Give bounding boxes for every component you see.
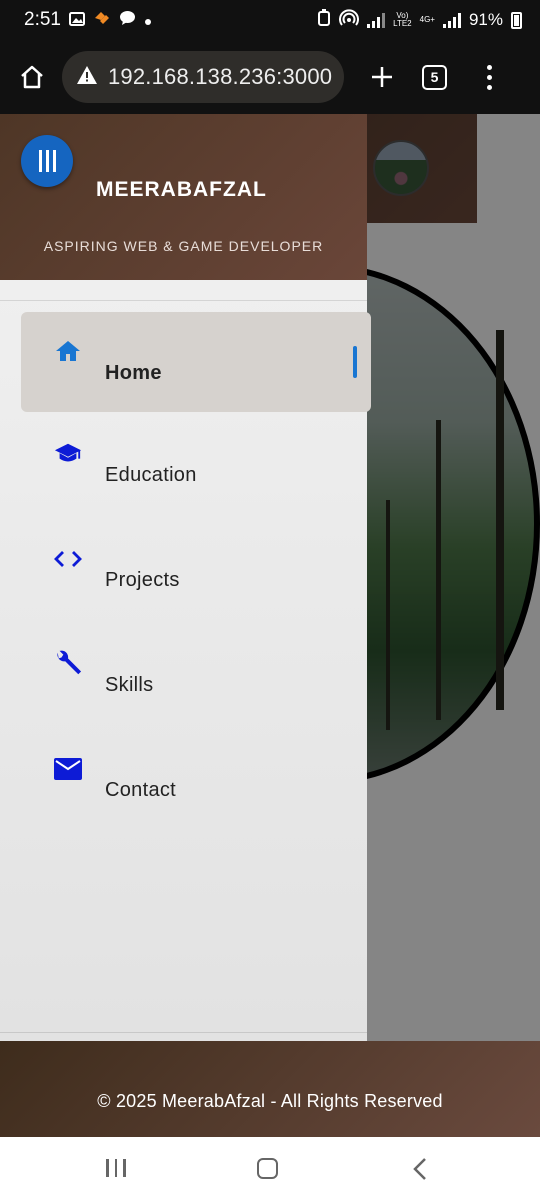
- hotspot-icon: [339, 8, 360, 32]
- signal-icon: [367, 12, 386, 28]
- nav-item-education[interactable]: Education: [0, 412, 367, 517]
- back-icon[interactable]: [412, 1157, 428, 1186]
- nav-item-home[interactable]: Home: [21, 312, 371, 412]
- graduation-cap-icon: [54, 440, 82, 468]
- recent-apps-icon[interactable]: [106, 1159, 126, 1177]
- address-bar[interactable]: 192.168.138.236:3000: [62, 51, 344, 103]
- warning-icon[interactable]: [76, 65, 98, 90]
- browser-home-icon[interactable]: [14, 59, 50, 95]
- nav-item-label: Skills: [105, 674, 154, 696]
- network-type: Vo) LTE2: [393, 11, 412, 28]
- footer-copyright: © 2025 MeerabAfzal - All Rights Reserved: [97, 1090, 443, 1111]
- network-4g: 4G+: [419, 15, 435, 24]
- battery-percent: 91%: [468, 10, 503, 29]
- system-navigation-bar: [0, 1137, 540, 1200]
- drawer-title: MEERABAFZAL: [96, 178, 267, 201]
- battery-icon: [511, 11, 522, 29]
- nav-list: Home Education Projects Skills Contact: [0, 312, 371, 832]
- dot-icon: [144, 10, 152, 31]
- drawer-subtitle: ASPIRING WEB & GAME DEVELOPER: [43, 238, 324, 254]
- status-time: 2:51: [24, 9, 61, 30]
- nav-item-label: Contact: [105, 779, 177, 801]
- app-notification-icon: [93, 10, 111, 31]
- nav-item-projects[interactable]: Projects: [0, 517, 367, 622]
- nav-item-label: Home: [105, 361, 162, 384]
- tab-switcher-button[interactable]: 5: [422, 64, 447, 90]
- divider: [0, 1032, 367, 1033]
- code-icon: [54, 545, 82, 573]
- new-tab-icon[interactable]: [362, 57, 402, 97]
- system-home-icon[interactable]: [257, 1158, 278, 1179]
- nav-item-label: Education: [105, 464, 197, 486]
- active-indicator: [353, 346, 357, 378]
- page-footer: © 2025 MeerabAfzal - All Rights Reserved: [0, 1041, 540, 1137]
- alarm-icon: [317, 9, 331, 31]
- nav-item-skills[interactable]: Skills: [0, 622, 367, 727]
- nav-item-contact[interactable]: Contact: [0, 727, 367, 832]
- menu-toggle-button[interactable]: [21, 135, 73, 187]
- mail-icon: [54, 755, 82, 783]
- home-icon: [54, 337, 82, 365]
- browser-toolbar: 192.168.138.236:3000 5: [0, 40, 540, 114]
- nav-item-label: Projects: [105, 569, 180, 591]
- more-options-icon[interactable]: [487, 64, 492, 90]
- status-bar: 2:51 Vo) LTE2 4G+ 91%: [0, 0, 540, 40]
- divider: [0, 300, 367, 301]
- wrench-icon: [54, 650, 82, 678]
- signal-icon-2: [442, 12, 461, 28]
- drawer-header: MEERABAFZAL ASPIRING WEB & GAME DEVELOPE…: [0, 114, 367, 280]
- chat-bubble-icon: [119, 10, 136, 31]
- navigation-drawer: MEERABAFZAL ASPIRING WEB & GAME DEVELOPE…: [0, 114, 371, 1041]
- gallery-icon: [68, 10, 85, 31]
- url-text[interactable]: 192.168.138.236:3000: [108, 64, 332, 90]
